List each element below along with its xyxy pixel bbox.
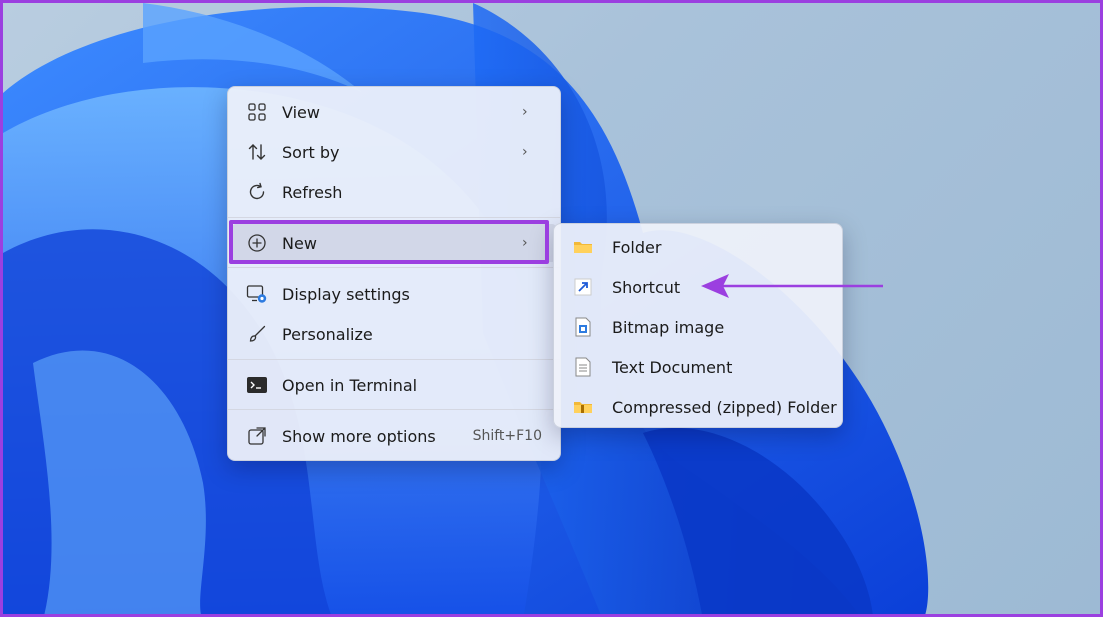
- submenu-item-compressed-folder[interactable]: Compressed (zipped) Folder: [558, 388, 838, 426]
- screenshot-frame: View › Sort by › Refresh New › Display s…: [0, 0, 1103, 617]
- menu-separator: [228, 409, 560, 410]
- display-settings-icon: [246, 283, 268, 305]
- menu-separator: [228, 267, 560, 268]
- shortcut-arrow-icon: [572, 276, 594, 298]
- menu-item-display-settings[interactable]: Display settings: [232, 275, 556, 313]
- desktop-context-menu: View › Sort by › Refresh New › Display s…: [227, 86, 561, 461]
- chevron-right-icon: ›: [522, 104, 528, 120]
- menu-item-label: Personalize: [282, 324, 373, 344]
- refresh-icon: [246, 181, 268, 203]
- terminal-icon: [246, 374, 268, 396]
- new-submenu: Folder Shortcut Bitmap image Text Docume…: [553, 223, 843, 428]
- menu-item-show-more-options[interactable]: Show more options Shift+F10: [232, 417, 556, 455]
- menu-item-label: Display settings: [282, 284, 410, 304]
- brush-icon: [246, 323, 268, 345]
- text-file-icon: [572, 356, 594, 378]
- folder-icon: [572, 236, 594, 258]
- menu-item-label: Sort by: [282, 142, 340, 162]
- submenu-item-label: Shortcut: [612, 277, 681, 297]
- menu-item-label: Open in Terminal: [282, 375, 418, 395]
- menu-separator: [228, 359, 560, 360]
- keyboard-shortcut: Shift+F10: [472, 428, 542, 444]
- bitmap-file-icon: [572, 316, 594, 338]
- menu-item-new[interactable]: New ›: [232, 224, 556, 262]
- external-options-icon: [246, 425, 268, 447]
- submenu-item-folder[interactable]: Folder: [558, 228, 838, 266]
- submenu-item-label: Folder: [612, 237, 662, 257]
- zip-folder-icon: [572, 396, 594, 418]
- menu-item-label: New: [282, 233, 317, 253]
- annotation-arrow-icon: [701, 274, 883, 298]
- menu-item-sort-by[interactable]: Sort by ›: [232, 133, 556, 171]
- menu-separator: [228, 217, 560, 218]
- chevron-right-icon: ›: [522, 235, 528, 251]
- submenu-item-label: Text Document: [612, 357, 733, 377]
- grid-icon: [246, 101, 268, 123]
- submenu-item-bitmap-image[interactable]: Bitmap image: [558, 308, 838, 346]
- sort-icon: [246, 141, 268, 163]
- menu-item-refresh[interactable]: Refresh: [232, 173, 556, 211]
- submenu-item-label: Compressed (zipped) Folder: [612, 397, 837, 417]
- menu-item-label: View: [282, 102, 320, 122]
- menu-item-label: Refresh: [282, 182, 343, 202]
- menu-item-open-in-terminal[interactable]: Open in Terminal: [232, 366, 556, 404]
- menu-item-personalize[interactable]: Personalize: [232, 315, 556, 353]
- plus-circle-icon: [246, 232, 268, 254]
- submenu-item-label: Bitmap image: [612, 317, 725, 337]
- chevron-right-icon: ›: [522, 144, 528, 160]
- submenu-item-text-document[interactable]: Text Document: [558, 348, 838, 386]
- menu-item-view[interactable]: View ›: [232, 93, 556, 131]
- menu-item-label: Show more options: [282, 426, 436, 446]
